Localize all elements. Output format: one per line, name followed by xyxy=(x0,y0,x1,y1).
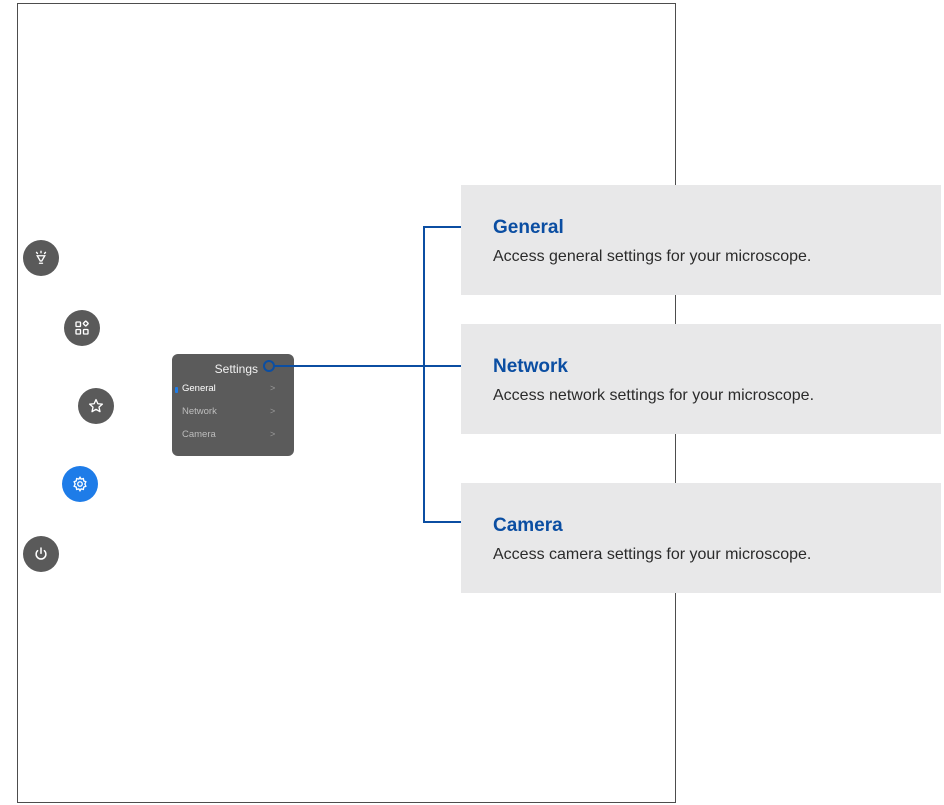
callout-camera: Camera Access camera settings for your m… xyxy=(461,483,941,593)
settings-button[interactable] xyxy=(62,466,98,502)
favorites-button[interactable] xyxy=(78,388,114,424)
menu-item-label: Network xyxy=(182,406,217,417)
settings-menu: Settings General > Network > Camera > xyxy=(172,354,294,456)
star-icon xyxy=(88,398,104,413)
callout-marker xyxy=(263,360,275,372)
power-button[interactable] xyxy=(23,536,59,572)
callout-title: General xyxy=(493,217,564,238)
power-icon xyxy=(35,547,47,560)
leader-line xyxy=(275,365,489,367)
selection-indicator xyxy=(175,387,178,393)
apps-icon xyxy=(75,320,89,335)
callout-title: Camera xyxy=(493,515,563,536)
chevron-right-icon: > xyxy=(270,406,276,416)
menu-item-label: General xyxy=(182,383,216,394)
settings-menu-title: Settings xyxy=(214,362,258,376)
gear-icon xyxy=(73,475,87,493)
callout-description: Access general settings for your microsc… xyxy=(493,248,812,265)
lightbulb-icon xyxy=(35,250,47,264)
callout-description: Access network settings for your microsc… xyxy=(493,387,815,404)
callout-title: Network xyxy=(493,356,568,377)
lightbulb-button[interactable] xyxy=(23,240,59,276)
chevron-right-icon: > xyxy=(270,429,276,439)
apps-button[interactable] xyxy=(64,310,100,346)
leader-line xyxy=(423,226,425,523)
menu-item-label: Camera xyxy=(182,429,216,440)
chevron-right-icon: > xyxy=(270,383,276,393)
callout-general: General Access general settings for your… xyxy=(461,185,941,295)
callout-network: Network Access network settings for your… xyxy=(461,324,941,434)
callout-description: Access camera settings for your microsco… xyxy=(493,546,812,563)
